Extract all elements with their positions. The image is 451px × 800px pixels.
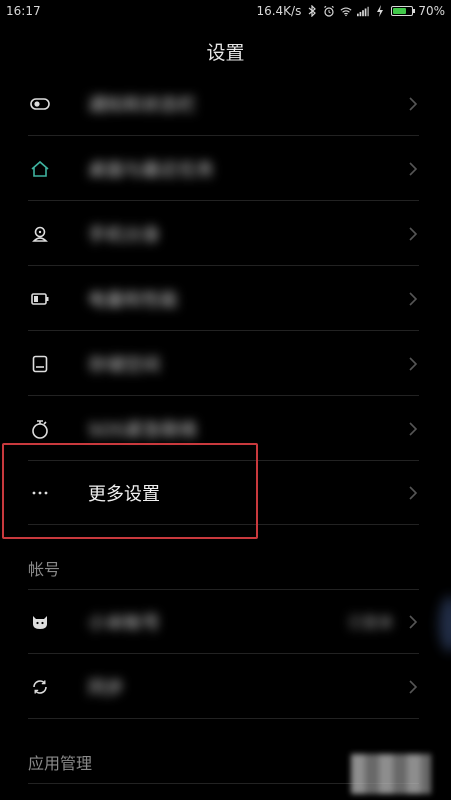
row-label: 桌面与最近任务 xyxy=(88,160,214,181)
storage-icon xyxy=(28,352,52,376)
section-header-account: 帐号 xyxy=(28,560,61,579)
battery-outline-icon xyxy=(28,287,52,311)
row-value: 已登录 xyxy=(347,613,393,632)
settings-screen: 16:17 16.4K/s 70% 设置 通知和状态栏 桌面与最近任务 手机分身… xyxy=(0,0,451,800)
chevron-right-icon xyxy=(409,227,418,241)
battery-icon xyxy=(391,6,416,16)
row-label: 存储空间 xyxy=(88,355,160,376)
row-toggle-setting[interactable]: 通知和状态栏 xyxy=(0,72,451,136)
chevron-right-icon xyxy=(409,292,418,306)
row-battery[interactable]: 电量和性能 xyxy=(0,267,451,331)
row-mi-account[interactable]: 小米帐号 已登录 xyxy=(0,590,451,654)
row-storage[interactable]: 存储空间 xyxy=(0,332,451,396)
chevron-right-icon xyxy=(409,162,418,176)
row-label: 同步 xyxy=(88,678,124,699)
charging-icon xyxy=(374,5,386,17)
section-header-app-management: 应用管理 xyxy=(28,754,93,773)
alarm-icon xyxy=(323,5,335,17)
row-divider xyxy=(28,395,419,396)
battery-fill xyxy=(393,8,407,14)
row-divider xyxy=(28,653,419,654)
chevron-right-icon xyxy=(409,486,418,500)
toggle-icon xyxy=(28,92,52,116)
chevron-right-icon xyxy=(409,680,418,694)
row-label: 小米帐号 xyxy=(88,613,160,634)
home-icon xyxy=(28,157,52,181)
row-label: 电量和性能 xyxy=(88,290,178,311)
row-label: 通知和状态栏 xyxy=(88,95,196,116)
wifi-icon xyxy=(340,5,352,17)
watermark-logo xyxy=(351,754,431,794)
network-speed: 16.4K/s xyxy=(256,4,302,18)
stopwatch-icon xyxy=(28,417,52,441)
row-phone-lock[interactable]: 手机分身 xyxy=(0,202,451,266)
bluetooth-icon xyxy=(306,5,318,17)
battery-percent: 70% xyxy=(418,4,445,18)
mi-account-icon xyxy=(28,610,52,634)
page-title: 设置 xyxy=(206,42,245,64)
chevron-right-icon xyxy=(409,615,418,629)
chevron-right-icon xyxy=(409,97,418,111)
status-indicators: 16.4K/s 70% xyxy=(256,4,445,18)
status-time: 16:17 xyxy=(6,4,41,18)
highlight-box xyxy=(2,443,258,539)
row-label: SOS紧急联络 xyxy=(88,420,198,441)
row-desktop[interactable]: 桌面与最近任务 xyxy=(0,137,451,201)
sync-icon xyxy=(28,675,52,699)
row-divider xyxy=(28,135,419,136)
row-divider xyxy=(28,265,419,266)
chevron-right-icon xyxy=(409,357,418,371)
row-divider xyxy=(28,330,419,331)
row-sync[interactable]: 同步 xyxy=(0,655,451,719)
lock-person-icon xyxy=(28,222,52,246)
row-divider xyxy=(28,718,419,719)
row-divider xyxy=(28,200,419,201)
signal-icon xyxy=(357,5,370,17)
chevron-right-icon xyxy=(409,422,418,436)
row-label: 手机分身 xyxy=(88,225,160,246)
status-bar: 16:17 16.4K/s 70% xyxy=(0,0,451,22)
